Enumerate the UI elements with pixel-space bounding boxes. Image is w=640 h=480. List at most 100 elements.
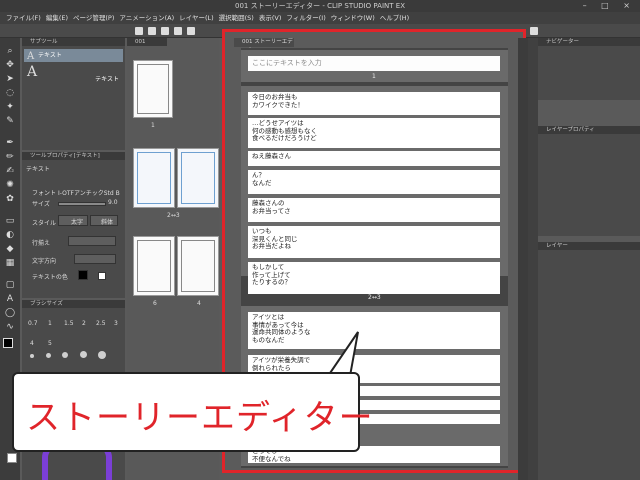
pencil-tool-icon[interactable]: ✏ [5,152,15,162]
airbrush-tool-icon[interactable]: ✺ [5,180,15,190]
brush-dot[interactable] [98,351,106,359]
layer-panel: レイヤー [538,242,640,480]
navigator-header: ナビゲーター [538,38,640,46]
style-label: スタイル [32,220,57,227]
tool-property-panel: ツールプロパティ[テキスト] テキスト フォント I-OTFアンチックStd B… [22,152,125,298]
story-editor-callout: ストーリーエディター [12,372,373,452]
brush-size-3[interactable]: 3 [114,320,118,327]
pen-tool-icon[interactable]: ✒ [5,138,15,148]
layer-property-panel: レイヤープロパティ [538,126,640,236]
story-text-item[interactable]: アイツとは 事情があって今は 運命共同体のような ものなんだ [248,312,500,349]
balloon-tool-icon[interactable]: ◯ [5,308,15,318]
selection-tool-icon[interactable]: ◌ [5,88,15,98]
story-editor-scrollbar[interactable] [518,38,528,480]
menu-animation[interactable]: アニメーション(A) [119,12,174,24]
layer-property-header: レイヤープロパティ [538,126,640,134]
writing-direction-label: 文字方向 [32,258,57,265]
brush-dot[interactable] [30,354,34,358]
gradient-tool-icon[interactable]: ▦ [5,258,15,268]
menu-file[interactable]: ファイル(F) [6,12,41,24]
page-number-1: 1 [151,122,155,129]
story-text-item[interactable]: ん？ なんだ [248,170,500,194]
text-color-label: テキストの色 [32,274,68,281]
brush-size-07[interactable]: 0.7 [28,320,38,327]
page-thumbnail-2[interactable] [133,148,175,208]
story-text-item[interactable]: 今日のお弁当も カワイクできた！ [248,92,500,115]
open-file-icon[interactable] [148,27,156,35]
eraser-tool-icon[interactable]: ▭ [5,216,15,226]
text-color-swatch[interactable] [78,270,88,280]
story-text-item[interactable]: 藤森さんの お弁当ってさ [248,198,500,222]
story-text-item[interactable]: …どうせアイツは 何の感動も感想もなく 食べるだけだろうけど [248,118,500,148]
decoration-tool-icon[interactable]: ✿ [5,194,15,204]
window-title: 001 ストーリーエディター - CLIP STUDIO PAINT EX [235,2,405,10]
subtool-text-preview[interactable]: A テキスト [24,65,123,85]
subtool-header: サブツール [22,38,125,46]
menu-filter[interactable]: フィルター(I) [286,12,325,24]
page-thumbnail-5[interactable] [177,236,219,296]
brush-dot[interactable] [80,351,87,358]
page-number-6: 6 [153,300,157,307]
brush-size-15[interactable]: 1.5 [64,320,74,327]
text-tool-icon[interactable]: A [5,294,15,304]
menu-layer[interactable]: レイヤー(L) [179,12,214,24]
page-thumbnail-4[interactable] [133,236,175,296]
window-controls[interactable]: – □ × [583,0,636,12]
brush-size-5[interactable]: 5 [48,340,52,347]
main-color-icon[interactable] [3,338,13,348]
text-glyph-large-icon: A [27,64,38,80]
brush-size-25[interactable]: 2.5 [96,320,106,327]
bold-toggle[interactable]: 太字 [58,215,88,226]
save-icon[interactable] [161,27,169,35]
new-file-icon[interactable] [135,27,143,35]
operation-tool-icon[interactable]: ➤ [5,74,15,84]
correct-line-tool-icon[interactable]: ∿ [5,322,15,332]
spread-label-2-3: 2↔3 [167,212,180,219]
story-text-input[interactable]: ここにテキストを入力 [248,56,500,71]
menu-edit[interactable]: 編集(E) [46,12,68,24]
text-glyph-icon: A [27,51,35,62]
brush-size-header: ブラシサイズ [22,300,125,308]
brush-size-1[interactable]: 1 [48,320,52,327]
brush-size-4[interactable]: 4 [30,340,34,347]
story-editor-tab[interactable]: 001 ストーリーエディター [234,38,294,54]
subtool-preview-label: テキスト [95,76,119,83]
navigator-panel: ナビゲーター [538,38,640,100]
brush-dot[interactable] [46,353,51,358]
page-thumbnail-1[interactable] [133,60,173,118]
menu-view[interactable]: 表示(V) [259,12,282,24]
redo-icon[interactable] [187,27,195,35]
figure-tool-icon[interactable]: ▢ [5,280,15,290]
blend-tool-icon[interactable]: ◐ [5,230,15,240]
zoom-tool-icon[interactable]: ⌕ [5,46,15,56]
menu-page[interactable]: ページ管理(P) [73,12,114,24]
undo-icon[interactable] [174,27,182,35]
sub-color-icon[interactable] [7,453,17,463]
size-slider[interactable] [58,202,106,206]
menu-selection[interactable]: 選択範囲(S) [219,12,254,24]
brush-tool-icon[interactable]: ✍ [5,166,15,176]
layout-icon[interactable] [530,27,538,35]
menu-window[interactable]: ウィンドウ(W) [331,12,375,24]
story-text-item[interactable]: もしかして 作って上げて たりするの？ [248,262,500,294]
fill-tool-icon[interactable]: ◆ [5,244,15,254]
move-tool-icon[interactable]: ✥ [5,60,15,70]
brush-dot[interactable] [62,352,68,358]
page-thumbnail-3[interactable] [177,148,219,208]
story-text-item[interactable]: ねえ藤森さん [248,151,500,166]
alignment-label: 行揃え [32,240,51,247]
italic-toggle[interactable]: 斜体 [90,215,118,226]
page-manager-tab[interactable]: 001 [127,38,167,46]
writing-direction-buttons[interactable] [74,254,116,264]
text-color-white[interactable] [98,272,106,280]
brush-size-2[interactable]: 2 [82,320,86,327]
font-select[interactable]: I-OTFアンチックStd B [58,188,120,197]
tool-property-title: テキスト [26,166,50,173]
alignment-buttons[interactable] [68,236,116,246]
subtool-text-item[interactable]: A テキスト [24,49,123,62]
story-text-item[interactable]: いつも 深見くんと同じ お弁当だよね [248,226,500,258]
menu-help[interactable]: ヘルプ(H) [380,12,409,24]
eyedropper-icon[interactable]: ✎ [5,116,15,126]
size-label: サイズ [32,201,50,208]
auto-select-icon[interactable]: ✦ [5,102,15,112]
